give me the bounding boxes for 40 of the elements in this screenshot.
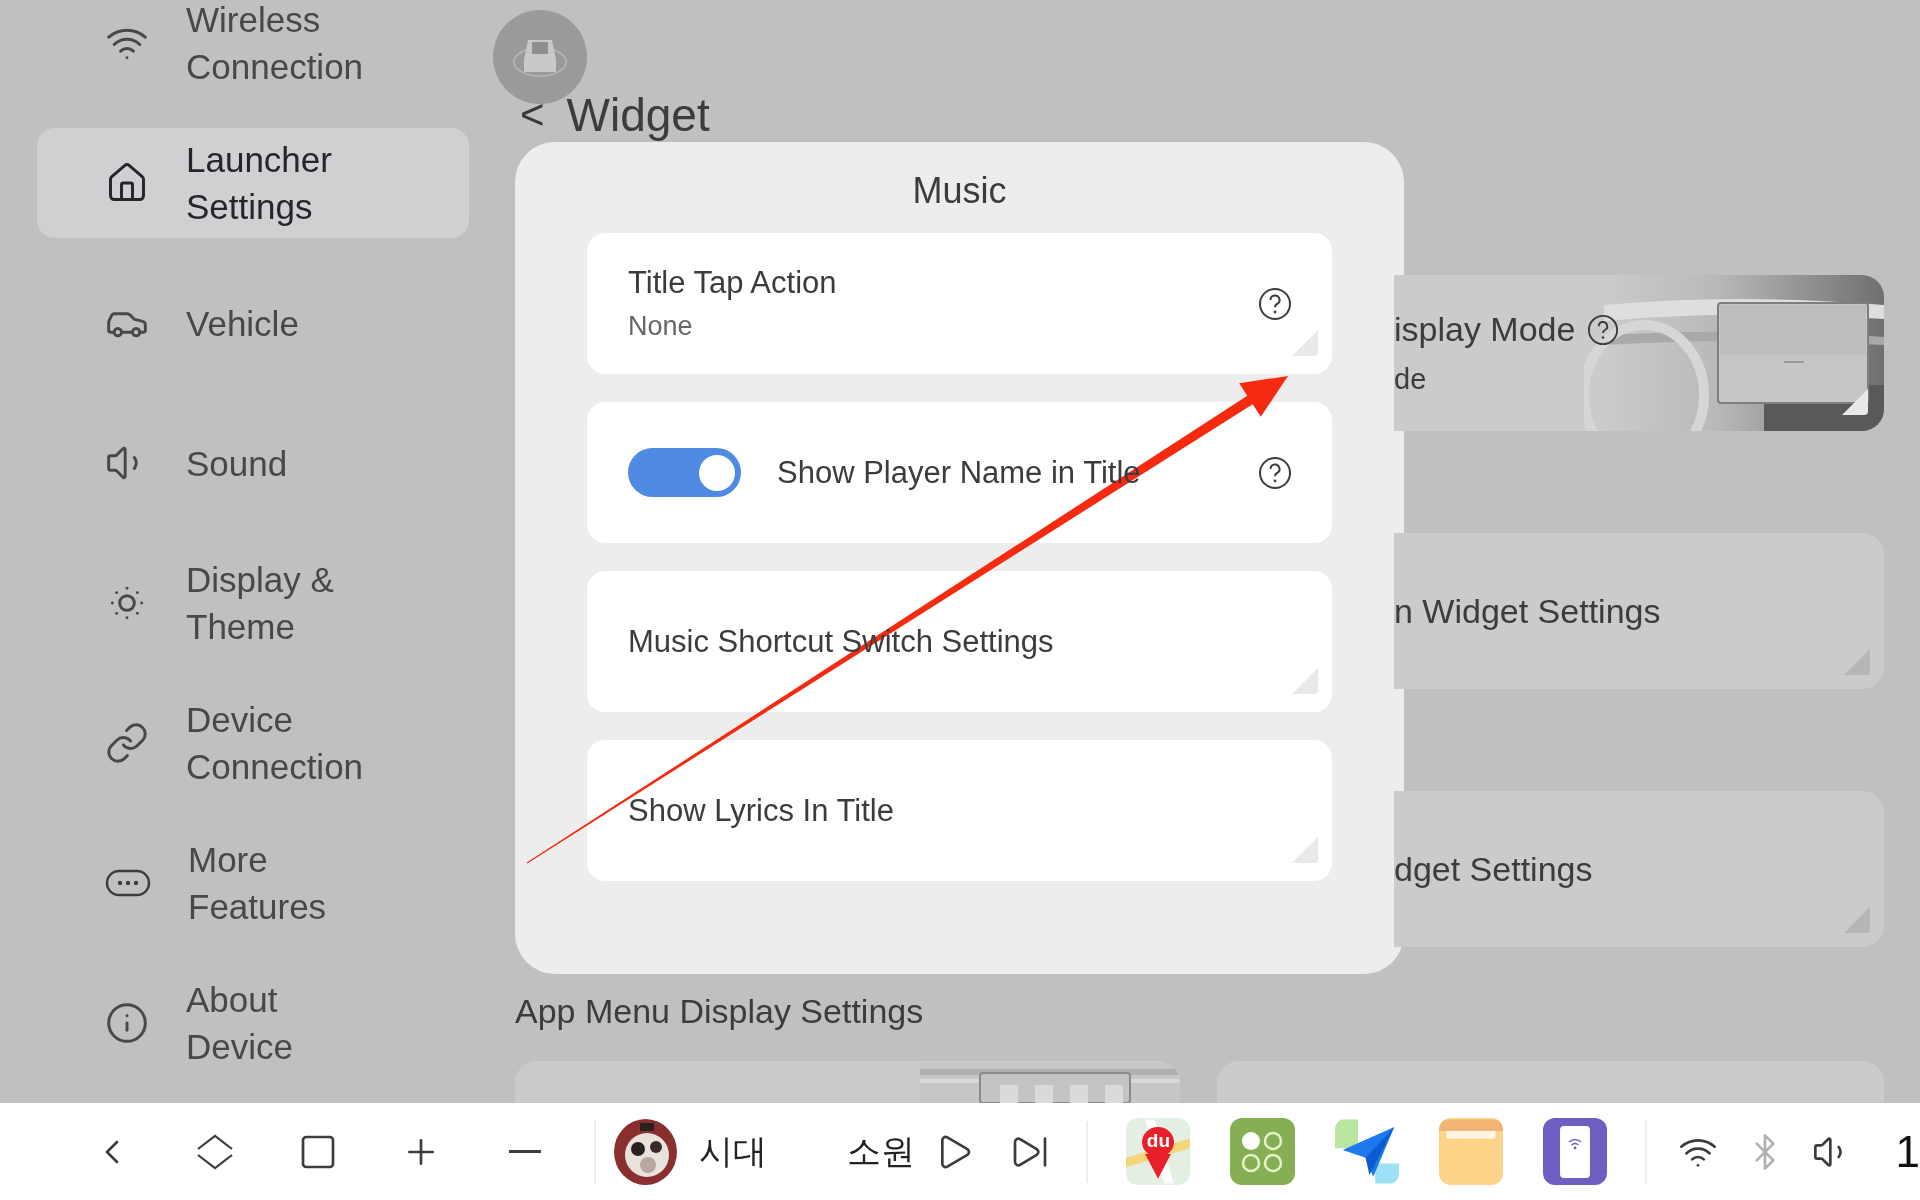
setting-title: n Widget Settings [1394,591,1661,631]
setting-card[interactable]: Show Lyrics In Title [587,740,1332,881]
help-icon[interactable] [1258,286,1292,321]
track-artist: 소원 [847,1130,916,1172]
track-title: 시대 [699,1130,768,1172]
sidebar-item[interactable]: Vehicle [37,268,469,378]
sidebar-item[interactable]: Sound [37,408,469,518]
grid-app-icon[interactable] [1230,1118,1295,1185]
map-app-button[interactable]: du [1126,1118,1191,1185]
sidebar-item[interactable]: Device Connection [37,688,469,798]
setting-card[interactable]: Title Tap Action None [587,233,1332,374]
sidebar-item[interactable]: Launcher Settings [37,128,469,238]
more-icon [105,868,151,898]
setting-card[interactable]: dget Settings [1394,791,1884,947]
setting-title: isplay Mode [1394,310,1576,349]
setting-title: dget Settings [1394,849,1593,889]
link-icon [105,721,149,765]
back-button[interactable]: < [515,88,545,142]
clock: 1 [1895,1126,1920,1177]
dialog-title: Music [912,170,1007,212]
help-icon[interactable] [1587,313,1620,346]
sidebar-item[interactable]: About Device [37,968,469,1078]
sidebar-item[interactable]: Wireless Connection [37,0,469,98]
help-icon[interactable] [1258,455,1292,490]
setting-value: de [1394,363,1428,396]
setting-card[interactable]: n Widget Settings [1394,533,1884,689]
setting-title: Show Lyrics In Title [628,792,895,829]
app-label: du [1142,1127,1175,1157]
sidebar-item[interactable]: Display & Theme [37,548,469,658]
phone-wifi-app-icon[interactable] [1542,1118,1607,1185]
setting-title: Title Tap Action [628,265,838,301]
setting-value: None [628,311,694,342]
corner-icon [1842,389,1868,415]
minus-icon [508,1150,541,1153]
info-icon [105,1001,149,1045]
section-title: App Menu Display Settings [515,992,925,1031]
setting-card[interactable]: isplay Mode de [1394,275,1884,431]
sidebar-item[interactable]: More Features [37,828,469,938]
page-title: Widget [566,88,710,142]
toggle-switch[interactable] [628,448,741,497]
